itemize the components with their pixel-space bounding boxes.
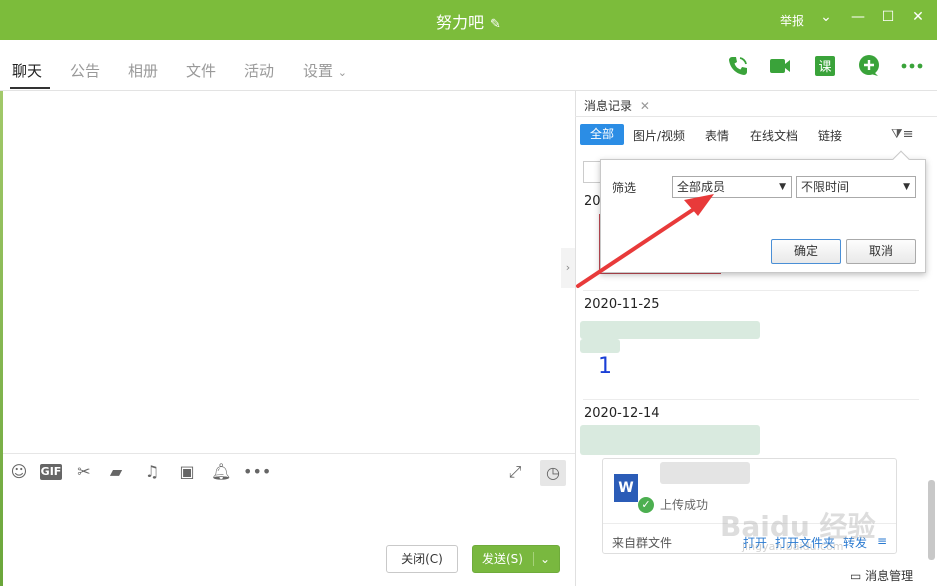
tab-message-history[interactable]: 消息记录 ✕ — [584, 97, 650, 114]
message-icon: ▭ — [850, 569, 862, 583]
close-button[interactable]: 关闭(C) — [386, 545, 458, 573]
report-link[interactable]: 举报 — [780, 12, 804, 29]
annotation-number: 1 — [598, 354, 612, 379]
baidu-watermark: Baidu 经验 — [720, 510, 876, 543]
date-label: 2020-12-14 — [584, 406, 660, 421]
divider — [3, 453, 575, 454]
blurred-filename — [660, 462, 750, 484]
blurred-message — [580, 425, 760, 455]
filter-all[interactable]: 全部 — [580, 124, 624, 145]
phone-icon[interactable] — [726, 54, 750, 78]
check-icon: ✓ — [638, 497, 654, 513]
gif-icon[interactable]: GIF — [40, 464, 62, 480]
more-tools-icon[interactable]: ••• — [243, 462, 271, 482]
edit-pen-icon[interactable]: ✎ — [490, 17, 501, 32]
cancel-button[interactable]: 取消 — [846, 239, 916, 264]
more-icon[interactable] — [900, 54, 924, 78]
confirm-button[interactable]: 确定 — [771, 239, 841, 264]
title-bar: 努力吧 ✎ 举报 ⌄ — ☐ ✕ — [0, 0, 937, 40]
date-label: 2020-11-25 — [584, 297, 660, 312]
filter-emoji[interactable]: 表情 — [705, 127, 729, 144]
chevron-down-icon[interactable]: ⌄ — [816, 9, 836, 25]
dropdown-arrow-icon: ▼ — [779, 182, 786, 192]
scrollbar[interactable] — [928, 480, 935, 560]
filter-images-videos[interactable]: 图片/视频 — [633, 127, 685, 144]
emoji-icon[interactable]: ☺ — [9, 462, 29, 482]
expand-icon[interactable]: ⤢ — [505, 462, 525, 482]
time-select[interactable]: 不限时间 ▼ — [796, 176, 916, 198]
filter-icon[interactable]: ⧩≡ — [891, 127, 914, 142]
blurred-message — [580, 339, 620, 353]
filter-online-docs[interactable]: 在线文档 — [750, 127, 798, 144]
chevron-down-icon: ⌄ — [337, 66, 348, 79]
tab-activity[interactable]: 活动 — [244, 60, 274, 81]
chevron-down-icon[interactable]: ⌄ — [532, 552, 551, 566]
file-source: 来自群文件 — [612, 536, 673, 550]
tab-settings[interactable]: 设置 ⌄ — [303, 60, 347, 81]
folder-icon[interactable]: ▰ — [106, 462, 126, 482]
send-button[interactable]: 发送(S) ⌄ — [472, 545, 560, 573]
word-file-icon: W — [614, 474, 638, 502]
message-manager-button[interactable]: ▭ 消息管理 — [850, 567, 913, 584]
add-chat-icon[interactable] — [857, 54, 881, 78]
chat-message-area[interactable] — [0, 91, 575, 586]
member-select[interactable]: 全部成员 ▼ — [672, 176, 792, 198]
maximize-icon[interactable]: ☐ — [878, 9, 898, 25]
course-icon[interactable]: 课 — [813, 54, 837, 78]
watermark-url: jingyan.baidu.com — [742, 540, 844, 553]
filter-links[interactable]: 链接 — [818, 127, 842, 144]
image-icon[interactable]: ▣ — [177, 462, 197, 482]
upload-status: 上传成功 — [660, 498, 709, 512]
minimize-icon[interactable]: — — [848, 9, 868, 25]
active-tab-indicator — [10, 87, 50, 89]
close-icon[interactable]: ✕ — [640, 99, 650, 113]
divider — [583, 399, 919, 400]
svg-text:课: 课 — [818, 60, 831, 75]
divider — [583, 290, 919, 291]
scissors-icon[interactable]: ✂ — [74, 462, 94, 482]
bell-icon[interactable]: 🔔︎ — [211, 462, 231, 482]
tab-bar: 聊天 公告 相册 文件 活动 设置 ⌄ — [0, 40, 937, 91]
close-icon[interactable]: ✕ — [908, 9, 928, 25]
tab-chat[interactable]: 聊天 — [12, 60, 42, 81]
blurred-message — [580, 321, 760, 339]
history-clock-icon[interactable]: ◷ — [540, 460, 566, 486]
filter-label: 筛选 — [612, 181, 637, 195]
menu-icon[interactable]: ≡ — [877, 534, 887, 548]
tab-album[interactable]: 相册 — [128, 60, 158, 81]
music-icon[interactable]: ♫ — [142, 462, 162, 482]
background-edge — [0, 91, 3, 586]
tab-announcement[interactable]: 公告 — [70, 60, 100, 81]
dropdown-arrow-icon: ▼ — [903, 182, 910, 192]
divider — [575, 116, 937, 117]
tab-files[interactable]: 文件 — [186, 60, 216, 81]
video-call-icon[interactable] — [768, 54, 792, 78]
collapse-panel-handle[interactable]: › — [561, 248, 575, 288]
